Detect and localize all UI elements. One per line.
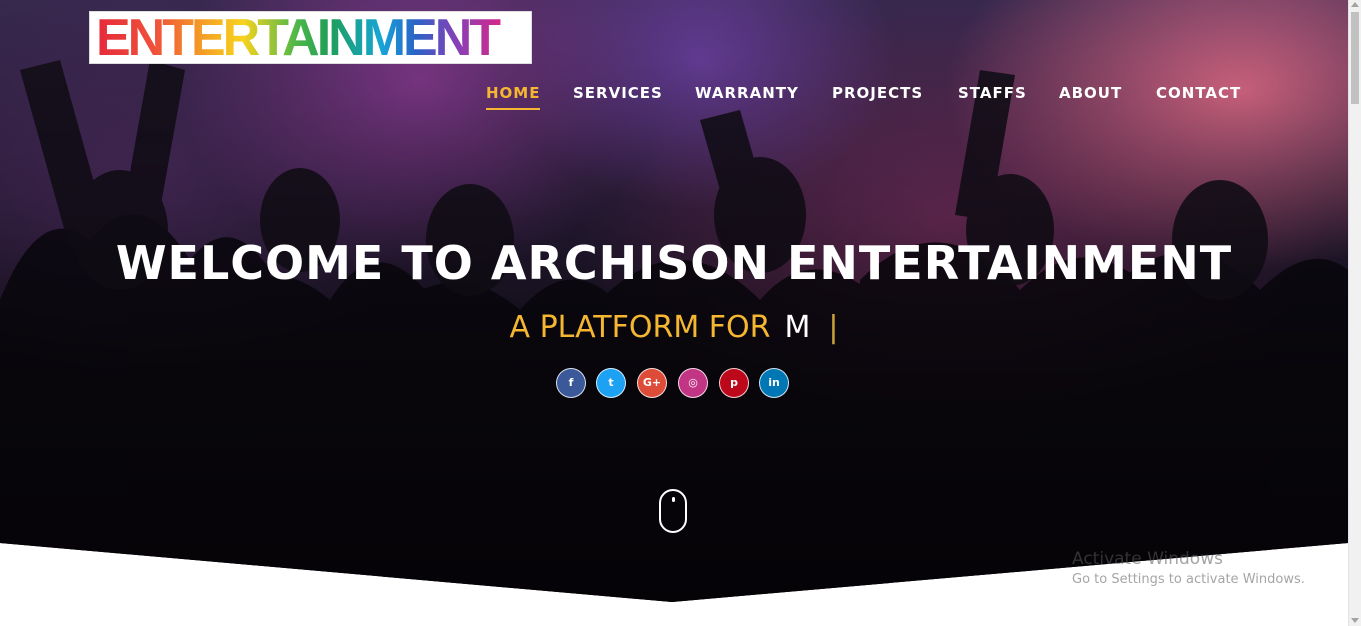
watermark-title: Activate Windows	[1072, 549, 1223, 569]
activate-windows-watermark: Activate Windows Go to Settings to activ…	[1072, 549, 1305, 587]
nav-home[interactable]: HOME	[486, 84, 540, 102]
linkedin-icon[interactable]: in	[759, 368, 789, 398]
nav-projects[interactable]: PROJECTS	[832, 84, 923, 102]
pinterest-icon[interactable]: p	[719, 368, 749, 398]
nav-warranty[interactable]: WARRANTY	[695, 84, 799, 102]
twitter-icon[interactable]: t	[596, 368, 626, 398]
instagram-icon[interactable]: ◎	[678, 368, 708, 398]
watermark-subtitle: Go to Settings to activate Windows.	[1072, 572, 1305, 587]
scroll-thumb[interactable]	[1351, 12, 1359, 104]
hero-headline: WELCOME TO ARCHISON ENTERTAINMENT	[115, 236, 1233, 290]
nav-staffs[interactable]: STAFFS	[958, 84, 1027, 102]
tagline-lead: A PLATFORM FOR	[509, 310, 771, 345]
scroll-up-arrow-icon[interactable]	[1351, 2, 1359, 7]
mouse-wheel	[672, 497, 675, 502]
nav-about[interactable]: ABOUT	[1059, 84, 1122, 102]
facebook-icon[interactable]: f	[556, 368, 586, 398]
logo-text: ENTERTAINMENT	[96, 12, 528, 64]
page-scrollbar[interactable]	[1348, 0, 1361, 626]
site-logo[interactable]: ENTERTAINMENT	[89, 11, 532, 64]
nav-services[interactable]: SERVICES	[573, 84, 663, 102]
scroll-down-mouse-icon[interactable]	[659, 489, 687, 533]
nav-active-underline	[486, 108, 540, 110]
tagline-typed-word: M	[784, 310, 811, 345]
scroll-down-arrow-icon[interactable]	[1351, 618, 1359, 623]
typing-cursor: |	[828, 310, 839, 345]
google-plus-icon[interactable]: G+	[637, 368, 667, 398]
hero-tagline: A PLATFORM FOR M |	[0, 310, 1348, 345]
nav-contact[interactable]: CONTACT	[1156, 84, 1241, 102]
